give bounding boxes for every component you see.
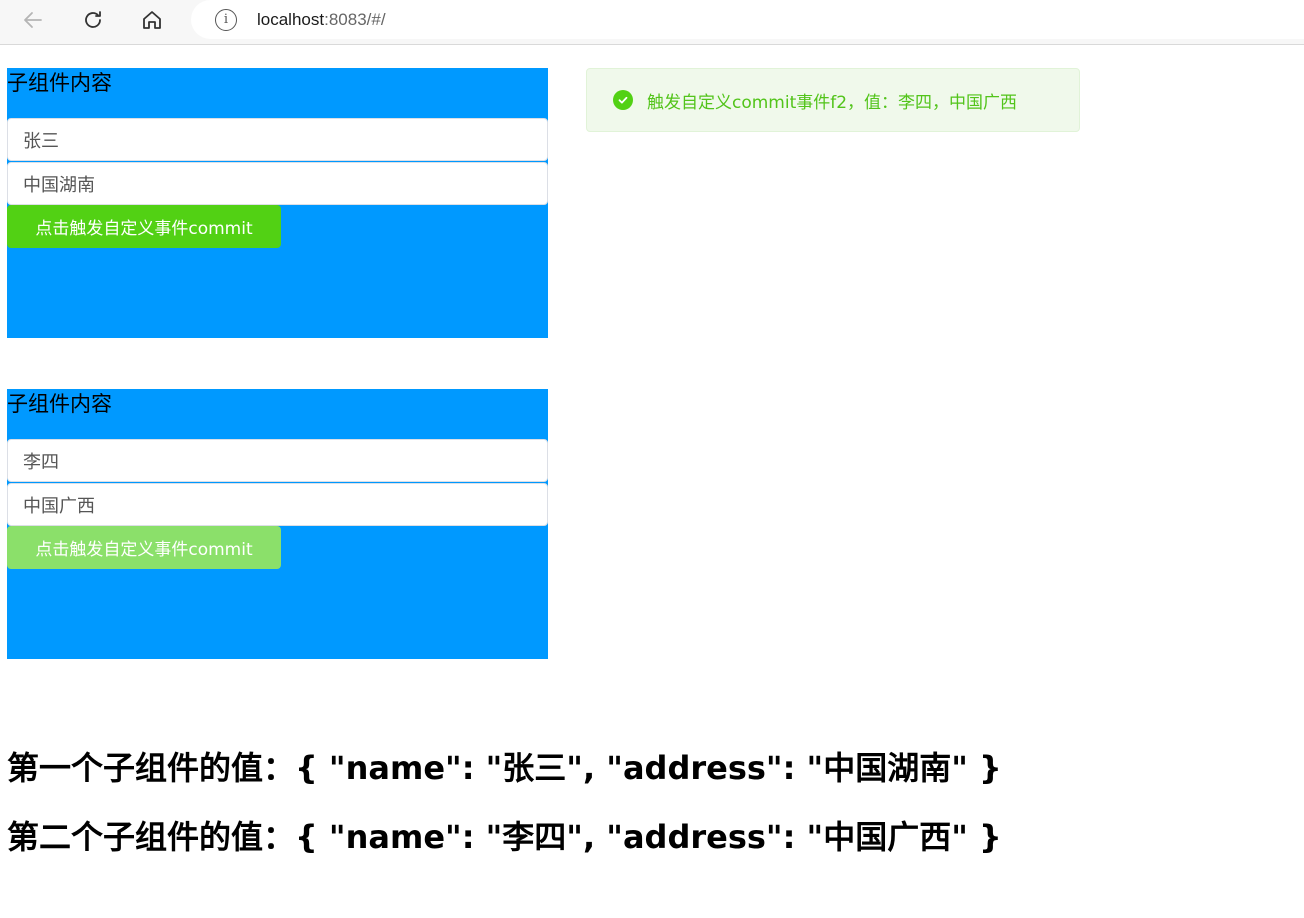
commit-button[interactable]: 点击触发自定义事件commit	[7, 205, 281, 248]
browser-toolbar: i localhost:8083/#/	[0, 0, 1304, 45]
panel-title: 子组件内容	[7, 71, 112, 95]
second-child-value: 第二个子组件的值：{ "name": "李四", "address": "中国广…	[7, 818, 1002, 856]
first-child-value: 第一个子组件的值：{ "name": "张三", "address": "中国湖…	[7, 749, 1002, 787]
child-component-2: 子组件内容 李四 中国广西 点击触发自定义事件commit	[7, 389, 548, 659]
child-component-1: 子组件内容 张三 中国湖南 点击触发自定义事件commit	[7, 68, 548, 338]
reload-icon	[85, 11, 101, 28]
check-circle-icon	[613, 90, 633, 110]
reload-button[interactable]	[76, 4, 110, 36]
address-input[interactable]: 中国湖南	[7, 162, 548, 205]
info-icon[interactable]: i	[215, 8, 237, 31]
name-input[interactable]: 李四	[7, 439, 548, 482]
url-host: localhost	[257, 9, 325, 29]
back-button[interactable]	[16, 4, 50, 36]
home-icon	[143, 11, 161, 29]
name-input[interactable]: 张三	[7, 118, 548, 161]
address-input[interactable]: 中国广西	[7, 483, 548, 526]
message-text: 触发自定义commit事件f2，值：李四，中国广西	[647, 92, 1018, 113]
success-message: 触发自定义commit事件f2，值：李四，中国广西	[586, 68, 1080, 132]
home-button[interactable]	[135, 4, 169, 36]
panel-title: 子组件内容	[7, 392, 112, 416]
commit-button[interactable]: 点击触发自定义事件commit	[7, 526, 281, 569]
url-text[interactable]: localhost:8083/#/	[257, 10, 386, 30]
address-bar[interactable]: i localhost:8083/#/	[191, 0, 1304, 39]
url-path: :8083/#/	[324, 9, 386, 29]
arrow-left-icon	[24, 12, 42, 28]
